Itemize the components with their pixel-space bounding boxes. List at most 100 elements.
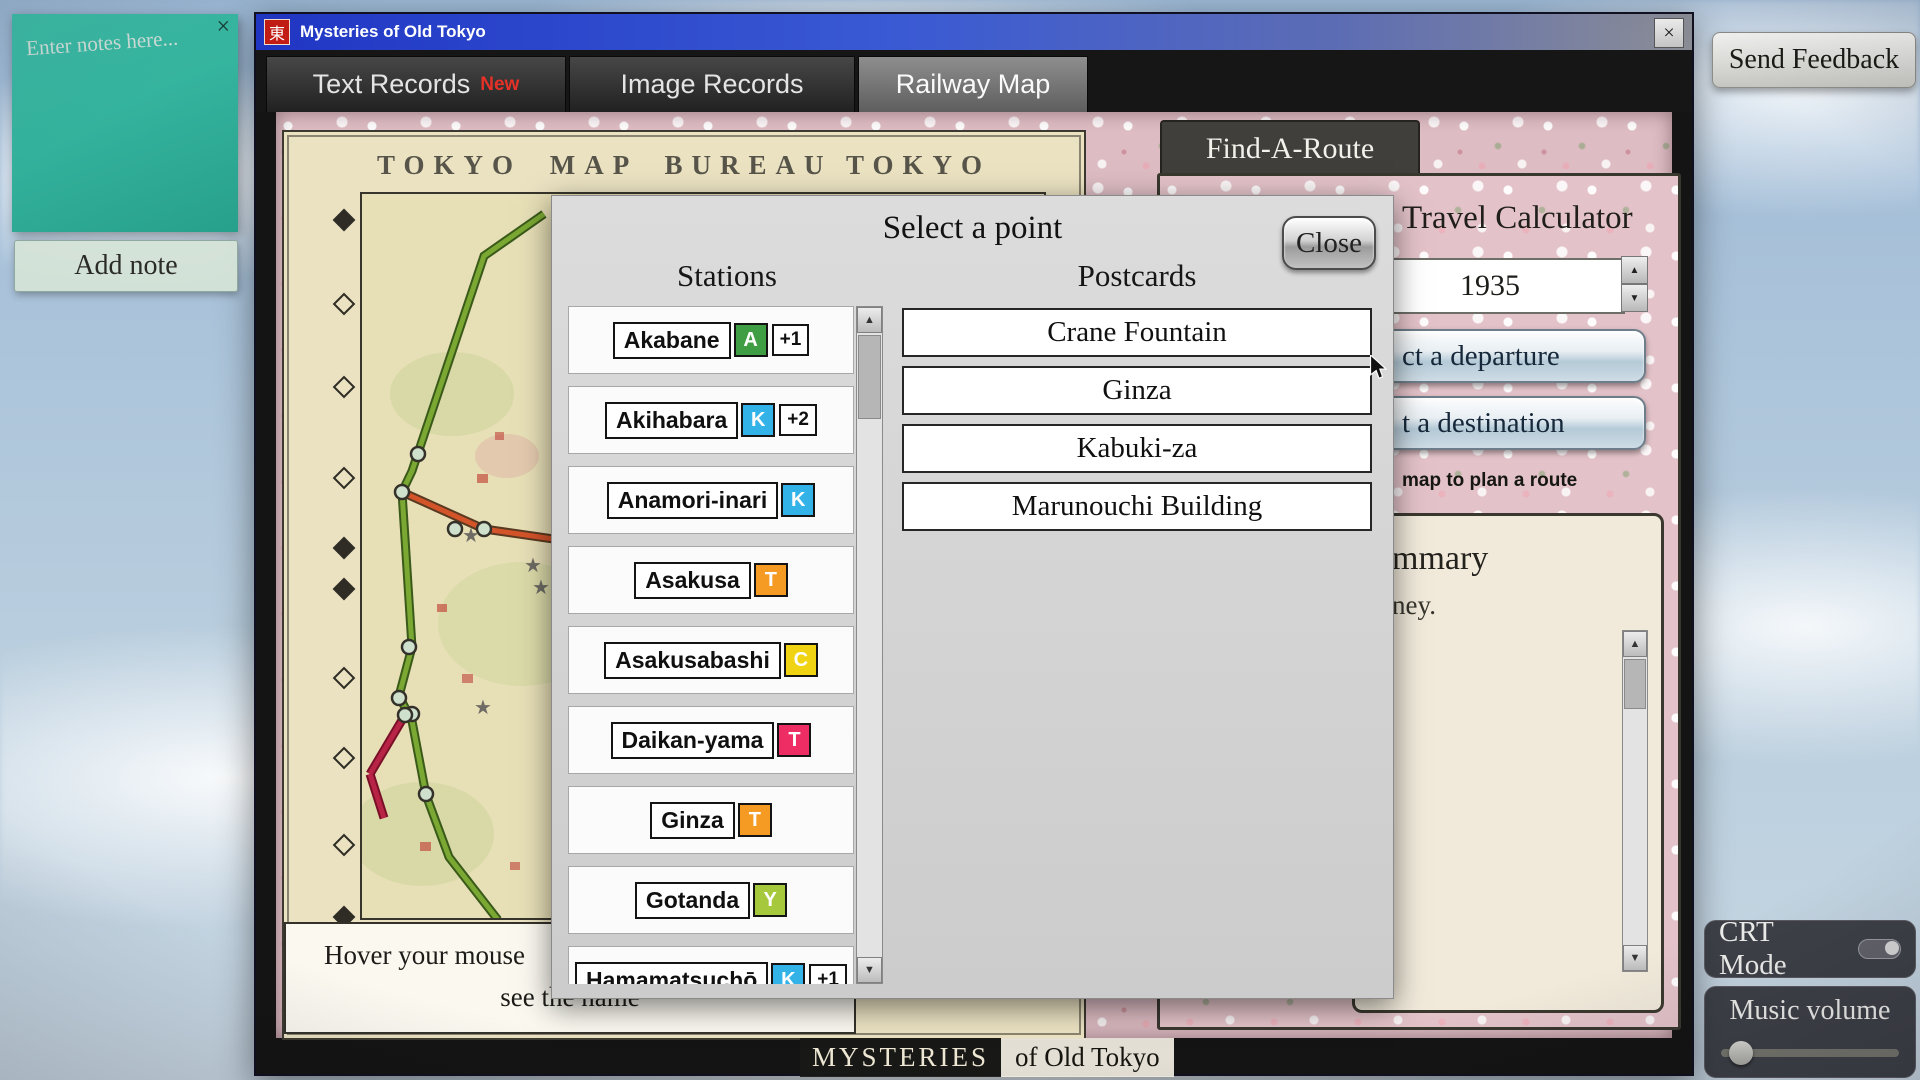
mouse-cursor bbox=[1368, 355, 1390, 379]
chevron-up-icon: ▲ bbox=[864, 314, 875, 326]
station-item[interactable]: Daikan-yamaT bbox=[568, 706, 854, 774]
year-spinner: ▲ ▼ bbox=[1621, 256, 1648, 312]
station-name-label: Gotanda bbox=[635, 882, 750, 919]
postcard-item[interactable]: Kabuki-za bbox=[902, 424, 1372, 473]
map-markers bbox=[332, 132, 358, 1038]
map-marker-diamond[interactable] bbox=[333, 667, 356, 690]
station-item[interactable]: AkihabaraK+2 bbox=[568, 386, 854, 454]
map-marker-diamond[interactable] bbox=[333, 578, 356, 601]
svg-text:★: ★ bbox=[524, 555, 542, 577]
map-bureau-header: TOKYO MAP BUREAU TOKYO bbox=[284, 150, 1084, 181]
station-extra-count: +1 bbox=[772, 324, 810, 356]
station-item[interactable]: AkabaneA+1 bbox=[568, 306, 854, 374]
scrollbar-thumb[interactable] bbox=[858, 335, 881, 419]
station-item[interactable]: GinzaT bbox=[568, 786, 854, 854]
tab-image-records[interactable]: Image Records bbox=[569, 56, 855, 112]
tab-label: Railway Map bbox=[896, 69, 1051, 100]
brand-footer: MYSTERIES of Old Tokyo bbox=[800, 1038, 1174, 1077]
sticky-note[interactable]: Enter notes here... × bbox=[12, 14, 238, 232]
chevron-down-icon: ▼ bbox=[1630, 293, 1640, 304]
line-badge: K bbox=[771, 963, 805, 984]
station-name-label: Daikan-yama bbox=[611, 722, 775, 759]
stations-header: Stations bbox=[582, 258, 872, 294]
year-input[interactable]: 1935 bbox=[1355, 258, 1625, 314]
hint-line-1: Hover your mouse bbox=[324, 940, 525, 971]
music-volume-slider[interactable] bbox=[1721, 1049, 1899, 1057]
map-marker-diamond[interactable] bbox=[333, 747, 356, 770]
tab-text-records[interactable]: Text Records New bbox=[266, 56, 566, 112]
map-marker-diamond[interactable] bbox=[333, 376, 356, 399]
toggle-knob bbox=[1885, 941, 1899, 955]
chevron-up-icon: ▲ bbox=[1630, 265, 1640, 276]
spinner-up-button[interactable]: ▲ bbox=[1621, 256, 1648, 284]
sticky-note-placeholder[interactable]: Enter notes here... bbox=[25, 24, 206, 61]
line-badge: T bbox=[777, 723, 811, 757]
crt-mode-button[interactable]: CRT Mode bbox=[1704, 920, 1916, 978]
station-item[interactable]: Anamori-inariK bbox=[568, 466, 854, 534]
line-badge: T bbox=[738, 803, 772, 837]
send-feedback-button[interactable]: Send Feedback bbox=[1712, 32, 1916, 88]
tab-railway-map[interactable]: Railway Map bbox=[858, 56, 1088, 112]
map-marker-diamond[interactable] bbox=[333, 209, 356, 232]
postcards-header: Postcards bbox=[902, 258, 1372, 294]
line-badge: K bbox=[781, 483, 815, 517]
close-icon[interactable]: × bbox=[216, 14, 230, 41]
add-note-button[interactable]: Add note bbox=[14, 240, 238, 292]
postcards-list: Crane Fountain Ginza Kabuki-za Marunouchi B… bbox=[902, 308, 1372, 540]
slider-knob[interactable] bbox=[1729, 1041, 1753, 1065]
route-summary-panel bbox=[1352, 513, 1664, 1013]
station-name-label: Ginza bbox=[650, 802, 735, 839]
station-item[interactable]: GotandaY bbox=[568, 866, 854, 934]
scrollbar-thumb[interactable] bbox=[1624, 659, 1646, 709]
scroll-up-button[interactable]: ▲ bbox=[857, 307, 882, 333]
postcard-item[interactable]: Crane Fountain bbox=[902, 308, 1372, 357]
scroll-down-button[interactable]: ▼ bbox=[857, 957, 882, 983]
svg-text:★: ★ bbox=[474, 697, 492, 719]
summary-text: ney. bbox=[1392, 590, 1436, 621]
map-marker-diamond[interactable] bbox=[333, 467, 356, 490]
window-title: Mysteries of Old Tokyo bbox=[300, 22, 486, 42]
station-name-label: Asakusabashi bbox=[604, 642, 781, 679]
new-badge: New bbox=[480, 74, 519, 96]
line-badge: C bbox=[784, 643, 818, 677]
line-badge: Y bbox=[753, 883, 787, 917]
map-marker-diamond[interactable] bbox=[333, 834, 356, 857]
chevron-down-icon: ▼ bbox=[864, 964, 875, 976]
line-badge: T bbox=[754, 563, 788, 597]
music-volume-label: Music volume bbox=[1705, 995, 1915, 1027]
crt-toggle-switch[interactable] bbox=[1858, 939, 1901, 959]
tab-bar: Text Records New Image Records Railway M… bbox=[256, 50, 1692, 112]
scroll-down-button[interactable]: ▼ bbox=[1623, 945, 1647, 971]
map-header-left: TOKYO MAP BUREAU bbox=[377, 150, 833, 181]
station-item[interactable]: AsakusaT bbox=[568, 546, 854, 614]
station-name-label: Hamamatsuchō bbox=[575, 962, 768, 985]
window-close-button[interactable]: × bbox=[1654, 18, 1684, 48]
app-icon: 東 bbox=[264, 19, 290, 45]
dialog-title: Select a point bbox=[552, 210, 1393, 247]
postcard-item[interactable]: Marunouchi Building bbox=[902, 482, 1372, 531]
music-volume-widget: Music volume bbox=[1704, 986, 1916, 1078]
svg-text:★: ★ bbox=[462, 525, 480, 547]
station-item[interactable]: HamamatsuchōK+1 bbox=[568, 946, 854, 984]
screen: Enter notes here... × Add note 東 Mysteri… bbox=[0, 0, 1920, 1080]
summary-title: mmary bbox=[1392, 540, 1488, 578]
map-header-right: TOKYO bbox=[846, 150, 991, 181]
window-titlebar[interactable]: 東 Mysteries of Old Tokyo × bbox=[256, 14, 1692, 50]
tab-label: Image Records bbox=[620, 69, 803, 100]
postcard-item[interactable]: Ginza bbox=[902, 366, 1372, 415]
station-name-label: Anamori-inari bbox=[607, 482, 779, 519]
station-name-label: Asakusa bbox=[634, 562, 751, 599]
station-name-label: Akabane bbox=[613, 322, 731, 359]
spinner-down-button[interactable]: ▼ bbox=[1621, 284, 1648, 312]
summary-scrollbar[interactable]: ▲ ▼ bbox=[1622, 630, 1648, 972]
stations-scrollbar[interactable]: ▲ ▼ bbox=[856, 306, 883, 984]
crt-mode-label: CRT Mode bbox=[1719, 916, 1846, 982]
scroll-up-button[interactable]: ▲ bbox=[1623, 631, 1647, 657]
line-badge: A bbox=[734, 323, 768, 357]
map-marker-diamond[interactable] bbox=[333, 293, 356, 316]
brand-word-mysteries: MYSTERIES bbox=[800, 1038, 1001, 1077]
plan-route-hint: map to plan a route bbox=[1402, 470, 1577, 492]
chevron-down-icon: ▼ bbox=[1630, 952, 1641, 964]
station-item[interactable]: AsakusabashiC bbox=[568, 626, 854, 694]
map-marker-diamond[interactable] bbox=[333, 537, 356, 560]
